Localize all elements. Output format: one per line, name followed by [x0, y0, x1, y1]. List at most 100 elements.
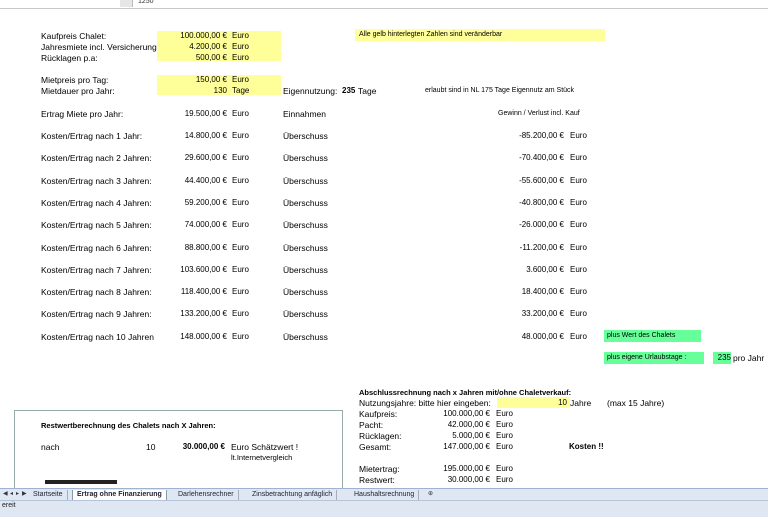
- mietpreis-value[interactable]: 150,00 €: [150, 75, 227, 84]
- tab-startseite[interactable]: Startseite: [29, 490, 68, 500]
- tab-prev-icon[interactable]: ◂: [10, 490, 13, 497]
- plus-urlaub-label: plus eigene Urlaubstage :: [607, 354, 687, 361]
- row-gewinn-unit: Euro: [570, 220, 587, 229]
- ertrag-value[interactable]: 19.500,00 €: [150, 109, 227, 118]
- jahresmiete-value[interactable]: 4.200,00 €: [150, 42, 227, 51]
- a-restwert-value: 30.000,00 €: [447, 475, 490, 484]
- tab-next-icon[interactable]: ▸: [16, 490, 19, 497]
- embedded-image: [45, 480, 117, 484]
- a-mietertrag-unit: Euro: [496, 464, 513, 473]
- ruecklagen-unit: Euro: [232, 53, 249, 62]
- row-gewinn-unit: Euro: [570, 287, 587, 296]
- status-bar: ereit: [0, 500, 768, 517]
- row-label: Kosten/Ertrag nach 3 Jahren:: [41, 176, 152, 186]
- row-gewinn-unit: Euro: [570, 131, 587, 140]
- row-type: Überschuss: [283, 243, 328, 253]
- ertrag-unit: Euro: [232, 109, 249, 118]
- gewinn-header: Gewinn / Verlust incl. Kauf: [498, 110, 580, 117]
- row-unit: Euro: [232, 265, 249, 274]
- ertrag-label: Ertrag Miete pro Jahr:: [41, 109, 124, 119]
- mietpreis-unit: Euro: [232, 75, 249, 84]
- a-pacht-value: 42.000,00 €: [447, 420, 490, 429]
- formula-value[interactable]: 1250: [138, 0, 154, 5]
- row-label: Kosten/Ertrag nach 7 Jahren:: [41, 265, 152, 275]
- a-ruecklagen-value: 5.000,00 €: [452, 431, 490, 440]
- nutzung-max: (max 15 Jahre): [607, 398, 665, 408]
- mietdauer-label: Mietdauer pro Jahr:: [41, 86, 115, 96]
- row-unit: Euro: [232, 243, 249, 252]
- formula-bar: 1250: [0, 0, 768, 9]
- eigennutzung-unit: Tage: [358, 86, 377, 96]
- row-gewinn-unit: Euro: [570, 153, 587, 162]
- row-gewinn: -26.000,00 €: [519, 220, 564, 229]
- a-gesamt-label: Gesamt:: [359, 442, 392, 452]
- eigennutzung-value[interactable]: 235: [342, 86, 355, 95]
- row-unit: Euro: [232, 332, 249, 341]
- mietpreis-label: Mietpreis pro Tag:: [41, 75, 109, 85]
- row-gewinn-unit: Euro: [570, 309, 587, 318]
- plus-urlaub-suffix: pro Jahr: [733, 353, 765, 363]
- a-restwert-label: Restwert:: [359, 475, 395, 485]
- row-gewinn-unit: Euro: [570, 265, 587, 274]
- jahresmiete-unit: Euro: [232, 42, 249, 51]
- restwert-title: Restwertberechnung des Chalets nach X Ja…: [41, 421, 216, 430]
- einnahmen-header: Einnahmen: [283, 109, 327, 119]
- plus-urlaub-value[interactable]: 235: [713, 352, 731, 364]
- row-gewinn: -55.600,00 €: [519, 176, 564, 185]
- row-label: Kosten/Ertrag nach 4 Jahren:: [41, 198, 152, 208]
- row-unit: Euro: [232, 198, 249, 207]
- row-value: 118.400,00 €: [180, 287, 227, 296]
- row-value: 59.200,00 €: [184, 198, 227, 207]
- row-value: 103.600,00 €: [180, 265, 227, 274]
- row-gewinn: 33.200,00 €: [521, 309, 564, 318]
- row-value: 88.800,00 €: [184, 243, 227, 252]
- row-unit: Euro: [232, 176, 249, 185]
- eigennutzung-label: Eigennutzung:: [283, 86, 338, 96]
- note-yellow: Alle gelb hinterlegten Zahlen sind verän…: [359, 31, 503, 38]
- row-unit: Euro: [232, 309, 249, 318]
- name-box-dropdown[interactable]: [120, 0, 133, 7]
- a-restwert-unit: Euro: [496, 475, 513, 484]
- tab-first-icon[interactable]: ◀: [3, 490, 8, 497]
- row-gewinn: -40.800,00 €: [519, 198, 564, 207]
- tab-last-icon[interactable]: ▶: [22, 490, 27, 497]
- tab-zinsbetrachtung[interactable]: Zinsbetrachtung anfäglich: [248, 490, 338, 500]
- row-gewinn-unit: Euro: [570, 176, 587, 185]
- a-gesamt-note: Kosten !!: [569, 442, 604, 451]
- row-gewinn: -85.200,00 €: [519, 131, 564, 140]
- row-type: Überschuss: [283, 176, 328, 186]
- row-value: 29.600,00 €: [184, 153, 227, 162]
- eigennutzung-note: erlaubt sind in NL 175 Tage Eigennutz am…: [425, 87, 575, 94]
- plus-wert-label: plus Wert des Chalets: [607, 332, 676, 339]
- restwert-value[interactable]: 30.000,00 €: [160, 442, 225, 451]
- row-gewinn-unit: Euro: [570, 198, 587, 207]
- row-value: 14.800,00 €: [184, 131, 227, 140]
- kaufpreis-value[interactable]: 100.000,00 €: [150, 31, 227, 40]
- a-mietertrag-value: 195.000,00 €: [443, 464, 490, 473]
- tab-darlehensrechner[interactable]: Darlehensrechner: [174, 490, 239, 500]
- a-gesamt-unit: Euro: [496, 442, 513, 451]
- restwert-nach: nach: [41, 442, 60, 452]
- row-label: Kosten/Ertrag nach 6 Jahren:: [41, 243, 152, 253]
- name-box[interactable]: [0, 0, 121, 7]
- row-value: 148.000,00 €: [180, 332, 227, 341]
- row-type: Überschuss: [283, 265, 328, 275]
- row-label: Kosten/Ertrag nach 8 Jahren:: [41, 287, 152, 297]
- kaufpreis-unit: Euro: [232, 31, 249, 40]
- row-type: Überschuss: [283, 332, 328, 342]
- row-type: Überschuss: [283, 220, 328, 230]
- ruecklagen-value[interactable]: 500,00 €: [150, 53, 227, 62]
- restwert-label1: Euro Schätzwert !: [231, 442, 299, 452]
- restwert-years[interactable]: 10: [146, 442, 155, 452]
- tab-haushaltsrechnung[interactable]: Haushaltsrechnung: [350, 490, 420, 500]
- row-gewinn: 48.000,00 €: [521, 332, 564, 341]
- row-type: Überschuss: [283, 153, 328, 163]
- mietdauer-value[interactable]: 130: [150, 86, 227, 95]
- new-sheet-icon[interactable]: ⊕: [428, 490, 433, 497]
- nutzung-value[interactable]: 10: [540, 398, 567, 407]
- row-label: Kosten/Ertrag nach 5 Jahren:: [41, 220, 152, 230]
- status-text: ereit: [2, 502, 16, 509]
- a-ruecklagen-unit: Euro: [496, 431, 513, 440]
- ruecklagen-label: Rücklagen p.a:: [41, 53, 98, 63]
- row-value: 133.200,00 €: [180, 309, 227, 318]
